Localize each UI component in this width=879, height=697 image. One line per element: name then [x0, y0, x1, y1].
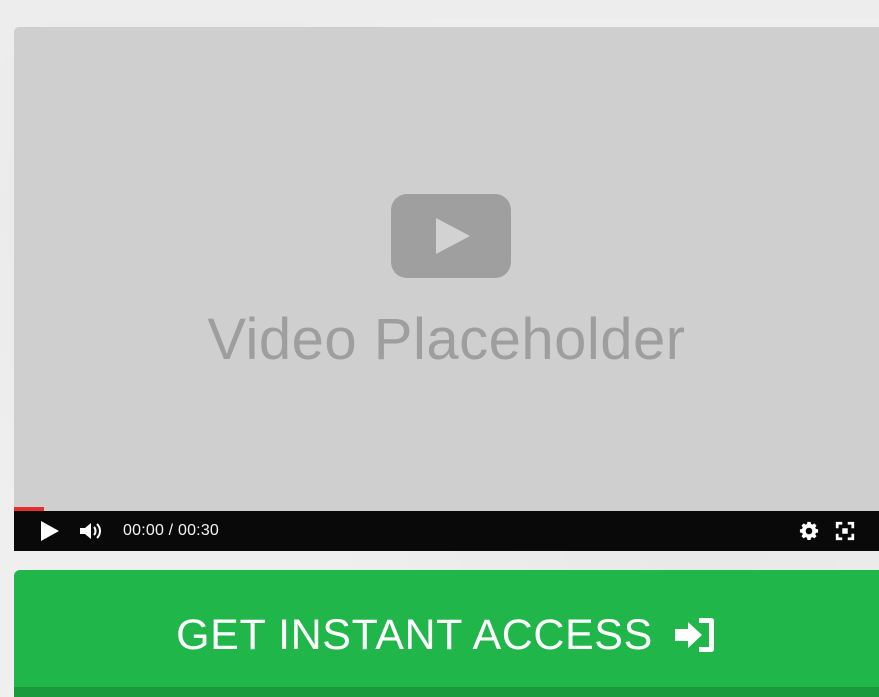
play-icon: [436, 218, 470, 254]
cta-content: GET INSTANT ACCESS: [14, 605, 879, 665]
video-player[interactable]: Video Placeholder 00:00 / 00:30: [14, 27, 879, 551]
gear-icon[interactable]: [798, 520, 820, 542]
video-area[interactable]: Video Placeholder: [14, 27, 879, 511]
volume-icon[interactable]: [78, 519, 104, 543]
page: Video Placeholder 00:00 / 00:30 GET INST…: [0, 0, 879, 697]
fullscreen-icon[interactable]: [834, 520, 856, 542]
top-strip: [0, 0, 879, 18]
get-instant-access-button[interactable]: GET INSTANT ACCESS: [14, 570, 879, 697]
video-controls: 00:00 / 00:30: [14, 511, 879, 551]
cta-label: GET INSTANT ACCESS: [176, 611, 653, 659]
video-title: Video Placeholder: [207, 307, 686, 372]
video-play-badge[interactable]: [391, 194, 511, 278]
sign-in-icon: [674, 618, 714, 652]
control-play-icon[interactable]: [41, 521, 59, 541]
time-display: 00:00 / 00:30: [123, 522, 220, 539]
